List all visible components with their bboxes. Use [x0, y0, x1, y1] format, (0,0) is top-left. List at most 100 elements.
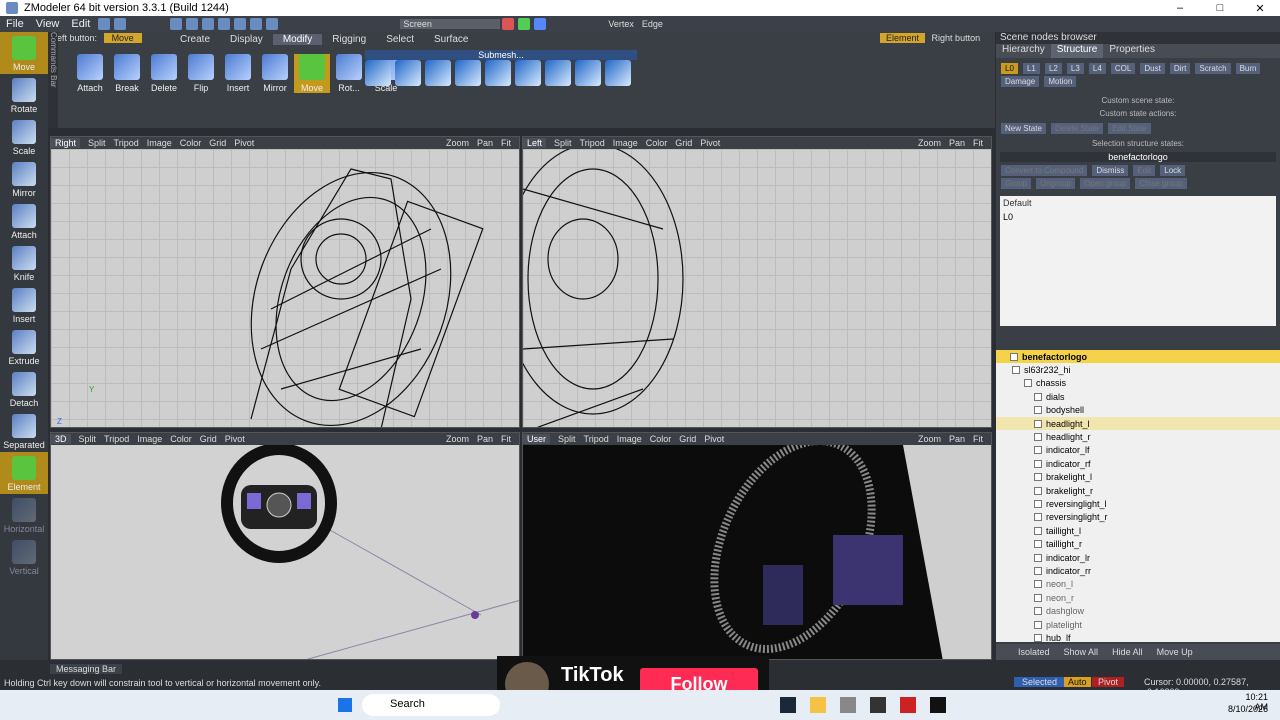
lod-dust[interactable]: Dust	[1140, 63, 1165, 74]
lod-l2[interactable]: L2	[1044, 63, 1062, 74]
element-mode[interactable]: Element	[880, 33, 926, 43]
motion-dropdown[interactable]: Motion	[1044, 76, 1077, 87]
app-icon[interactable]	[840, 697, 856, 713]
viewport-pivot[interactable]: Pivot	[704, 434, 724, 444]
list-item[interactable]: Default	[1000, 196, 1276, 210]
tool-horizontal[interactable]: Horizontal	[0, 494, 48, 536]
viewport-grid[interactable]: Grid	[679, 434, 696, 444]
submesh-tool-7-icon[interactable]	[545, 60, 571, 86]
submesh-tool-8-icon[interactable]	[575, 60, 601, 86]
lod-l4[interactable]: L4	[1088, 63, 1106, 74]
maximize-button[interactable]: □	[1200, 2, 1240, 15]
damage-dropdown[interactable]: Damage	[1001, 76, 1040, 87]
x-axis-icon[interactable]	[502, 18, 515, 30]
viewport-zoom[interactable]: Zoom	[446, 434, 469, 444]
dismiss-button[interactable]: Dismiss	[1092, 165, 1129, 176]
taskbar-search[interactable]: Search	[362, 694, 500, 716]
attach-button[interactable]: Attach	[72, 54, 108, 93]
viewport-tripod[interactable]: Tripod	[580, 138, 605, 148]
viewport-name[interactable]: User	[523, 434, 551, 444]
viewport-split[interactable]: Split	[88, 138, 106, 148]
viewport-grid[interactable]: Grid	[200, 434, 217, 444]
viewport-split[interactable]: Split	[554, 138, 572, 148]
submesh-tool-9-icon[interactable]	[605, 60, 631, 86]
viewport-fit[interactable]: Fit	[973, 138, 983, 148]
viewport-grid[interactable]: Grid	[675, 138, 692, 148]
tree-node[interactable]: brakelight_r	[996, 484, 1280, 497]
viewport-color[interactable]: Color	[170, 434, 192, 444]
tree-node[interactable]: platelight	[996, 618, 1280, 631]
lod-dirt[interactable]: Dirt	[1169, 63, 1191, 74]
tree-node[interactable]: dashglow	[996, 604, 1280, 617]
rendered-scene[interactable]	[523, 437, 991, 659]
tree-node[interactable]: indicator_lf	[996, 444, 1280, 457]
tree-node[interactable]: neon_l	[996, 578, 1280, 591]
show-all-button[interactable]: Show All	[1064, 647, 1099, 657]
edit-button[interactable]: Edit	[1133, 165, 1156, 176]
viewport-grid-area[interactable]	[523, 143, 991, 427]
tree-node[interactable]: indicator_lr	[996, 551, 1280, 564]
new-state-button[interactable]: New State	[1001, 123, 1046, 134]
y-axis-icon[interactable]	[518, 18, 531, 30]
viewport-pivot[interactable]: Pivot	[234, 138, 254, 148]
mirror-button[interactable]: Mirror	[257, 54, 293, 93]
tool-mirror[interactable]: Mirror	[0, 158, 48, 200]
list-item[interactable]: L0	[1000, 210, 1276, 224]
zmodeler-icon[interactable]	[900, 697, 916, 713]
lock-button[interactable]: Lock	[1160, 165, 1186, 176]
tool-knife[interactable]: Knife	[0, 242, 48, 284]
tool-element[interactable]: Element	[0, 452, 48, 494]
commands-bar-label[interactable]: Commands Bar	[48, 32, 58, 128]
vertex-mode[interactable]: Vertex	[608, 19, 634, 29]
lod-burn[interactable]: Burn	[1235, 63, 1261, 74]
tab-structure[interactable]: Structure	[1050, 44, 1104, 58]
clock-date[interactable]: 8/10/2026	[1222, 704, 1268, 714]
viewport-zoom[interactable]: Zoom	[918, 138, 941, 148]
group-button[interactable]: Group	[1001, 178, 1032, 189]
move-up-button[interactable]: Move Up	[1157, 647, 1193, 657]
tab-hierarchy[interactable]: Hierarchy	[996, 44, 1051, 58]
save-icon[interactable]	[202, 18, 215, 30]
submesh-tool-5-icon[interactable]	[485, 60, 511, 86]
viewport-pan[interactable]: Pan	[949, 138, 965, 148]
submesh-tool-4-icon[interactable]	[455, 60, 481, 86]
viewport-name[interactable]: Left	[523, 138, 547, 148]
viewport-fit[interactable]: Fit	[501, 434, 511, 444]
redo-icon[interactable]	[234, 18, 247, 30]
tab-properties[interactable]: Properties	[1103, 44, 1161, 58]
tree-node-selected[interactable]: headlight_l	[996, 416, 1280, 431]
close-group-button[interactable]: Close group	[1135, 178, 1187, 189]
messaging-bar-tab[interactable]: Messaging Bar	[50, 664, 123, 674]
viewport-grid[interactable]: Grid	[209, 138, 226, 148]
ungroup-button[interactable]: Ungroup	[1036, 178, 1075, 189]
lod-l0[interactable]: L0	[1001, 63, 1018, 74]
undo-icon[interactable]	[218, 18, 231, 30]
viewport-name[interactable]: 3D	[51, 434, 71, 444]
viewport-image[interactable]: Image	[137, 434, 162, 444]
steam-icon[interactable]	[780, 697, 796, 713]
tool-attach[interactable]: Attach	[0, 200, 48, 242]
tool-scale[interactable]: Scale	[0, 116, 48, 158]
tool-icon[interactable]	[98, 18, 111, 30]
tree-node[interactable]: indicator_rf	[996, 457, 1280, 470]
pivot-status[interactable]: Pivot	[1092, 677, 1125, 687]
submesh-tool-3-icon[interactable]	[425, 60, 451, 86]
viewport-pivot[interactable]: Pivot	[225, 434, 245, 444]
tool-rotate[interactable]: Rotate	[0, 74, 48, 116]
tree-node[interactable]: neon_r	[996, 591, 1280, 604]
break-button[interactable]: Break	[109, 54, 145, 93]
screen-select[interactable]: Screen	[400, 19, 501, 29]
menu-file[interactable]: File	[0, 18, 30, 30]
isolated-button[interactable]: Isolated	[1018, 647, 1050, 657]
viewport-tripod[interactable]: Tripod	[584, 434, 609, 444]
tree-node[interactable]: reversinglight_r	[996, 511, 1280, 524]
viewport-tripod[interactable]: Tripod	[114, 138, 139, 148]
close-button[interactable]: ✕	[1240, 2, 1280, 15]
viewport-image[interactable]: Image	[147, 138, 172, 148]
submesh-tool-6-icon[interactable]	[515, 60, 541, 86]
tab-rigging[interactable]: Rigging	[322, 34, 376, 45]
tree-node[interactable]: hub_lf	[996, 631, 1280, 642]
move-button[interactable]: Move	[294, 54, 330, 93]
lod-l3[interactable]: L3	[1066, 63, 1084, 74]
tool-extrude[interactable]: Extrude	[0, 326, 48, 368]
